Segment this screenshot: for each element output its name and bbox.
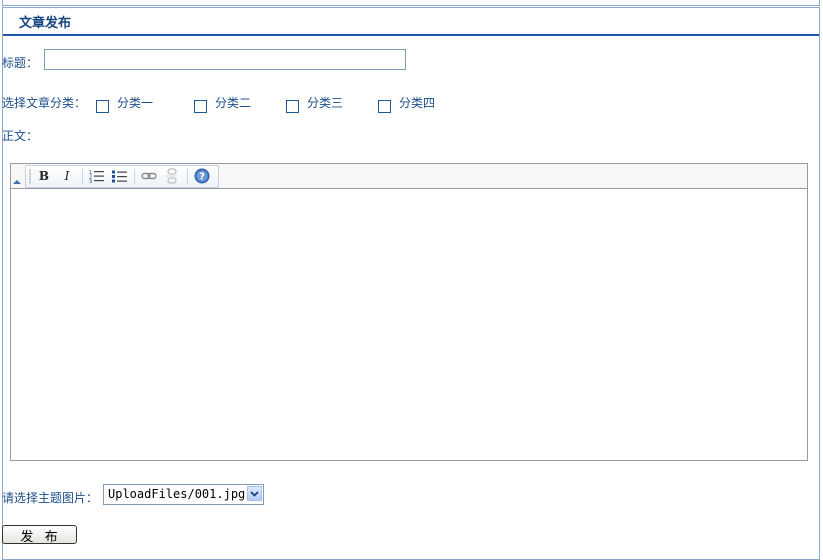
toolbar-separator (187, 169, 188, 184)
title-input[interactable] (44, 49, 406, 70)
ordered-list-button[interactable]: 1 2 3 (87, 167, 107, 185)
editor-content-area[interactable] (11, 189, 807, 460)
image-select-value: UploadFiles/001.jpg (108, 487, 246, 501)
unordered-list-button[interactable] (110, 167, 130, 185)
panel-title: 文章发布 (19, 16, 72, 31)
editor-toolbar: B I 1 2 3 ? (11, 164, 807, 189)
bold-button[interactable]: B (34, 167, 54, 185)
publish-button[interactable]: 发 布 (2, 525, 77, 545)
category-checkbox-2[interactable] (194, 100, 207, 113)
link-icon (141, 172, 157, 180)
category-checkbox-1[interactable] (96, 100, 109, 113)
chevron-down-icon[interactable] (247, 486, 262, 501)
category-label: 选择文章分类： (2, 96, 87, 110)
ordered-list-icon: 1 2 3 (89, 170, 104, 183)
toolbar-separator (134, 169, 135, 184)
help-button[interactable]: ? (192, 167, 212, 185)
image-label: 请选择主题图片： (2, 491, 99, 505)
unordered-list-icon (112, 170, 127, 183)
category-label-1: 分类一 (117, 96, 154, 110)
toolbar-collapse-icon[interactable] (13, 180, 21, 184)
toolbar-separator (82, 169, 83, 184)
category-checkbox-4[interactable] (378, 100, 391, 113)
bold-icon: B (38, 169, 50, 183)
toolbar-grip-icon[interactable] (29, 169, 31, 184)
italic-icon: I (64, 169, 70, 183)
link-button[interactable] (139, 167, 159, 185)
body-label: 正文： (2, 129, 39, 143)
svg-text:3: 3 (89, 179, 92, 183)
italic-button[interactable]: I (57, 167, 77, 185)
category-label-2: 分类二 (215, 96, 252, 110)
title-label: 标题： (2, 56, 39, 70)
unlink-icon (166, 168, 178, 184)
image-select[interactable]: UploadFiles/001.jpg (103, 484, 264, 505)
toolbar-group: B I 1 2 3 ? (25, 165, 219, 188)
panel-header: 文章发布 (3, 7, 819, 36)
svg-text:?: ? (199, 172, 205, 183)
rich-text-editor: B I 1 2 3 ? (10, 163, 808, 461)
top-strip (2, 0, 820, 6)
unlink-button[interactable] (162, 167, 182, 185)
category-label-3: 分类三 (307, 96, 344, 110)
category-checkbox-3[interactable] (286, 100, 299, 113)
category-label-4: 分类四 (399, 96, 436, 110)
help-icon: ? (194, 168, 210, 184)
